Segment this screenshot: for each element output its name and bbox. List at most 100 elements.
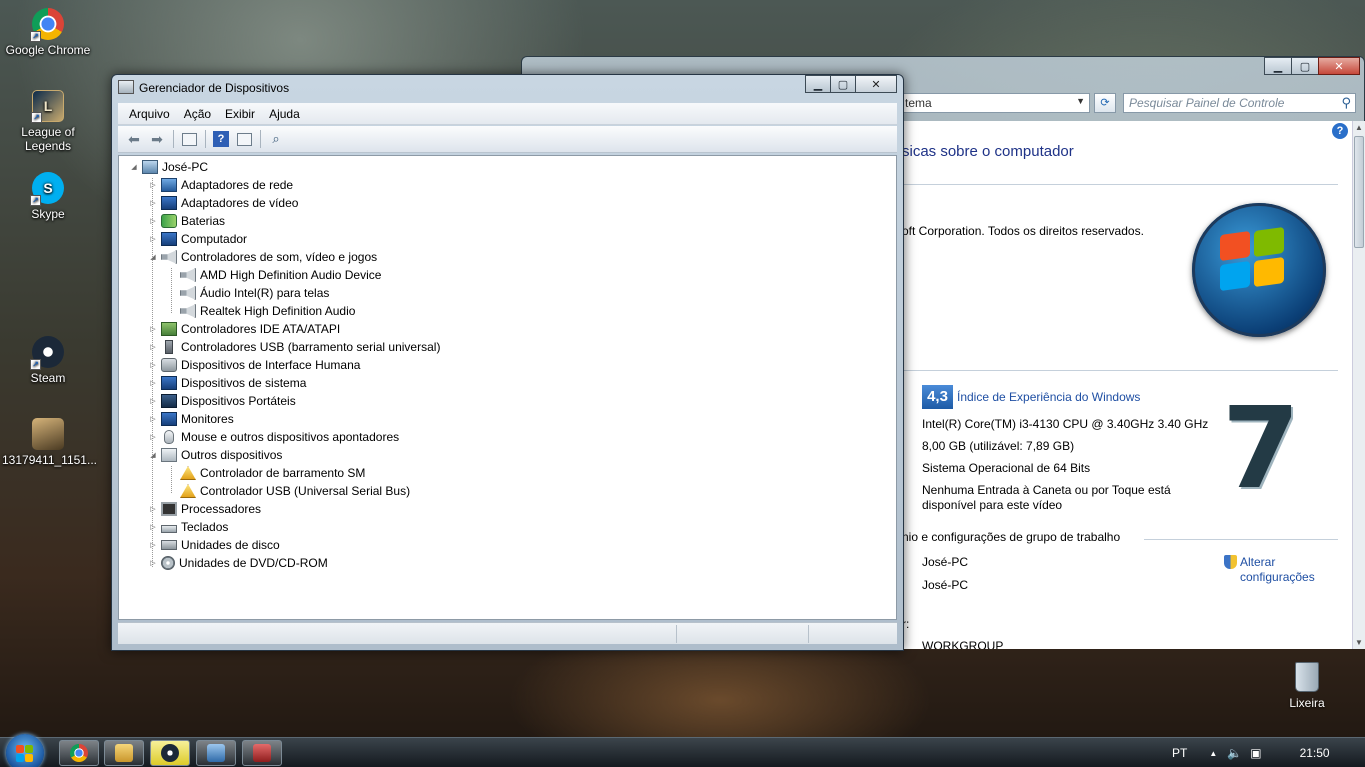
taskbar-app-device-manager[interactable] <box>242 740 282 766</box>
search-icon[interactable]: ⚲ <box>1341 95 1351 111</box>
volume-icon[interactable]: 🔈 <box>1227 746 1242 760</box>
tree-item-label: Unidades de DVD/CD-ROM <box>179 556 328 570</box>
desktop-icon-google-chrome[interactable]: ↗ Google Chrome <box>2 8 94 57</box>
scroll-down-icon[interactable]: ▼ <box>1353 636 1365 649</box>
tree-item[interactable]: ▷ Teclados <box>148 518 228 536</box>
back-button[interactable]: ⬅ <box>124 130 144 148</box>
address-bar[interactable]: tema ▼ <box>900 93 1090 113</box>
close-button[interactable]: ✕ <box>1318 57 1360 75</box>
expand-icon[interactable]: ▷ <box>148 379 158 387</box>
tree-item[interactable]: ▷ Controladores IDE ATA/ATAPI <box>148 320 340 338</box>
tree-item[interactable]: ▷ Controladores USB (barramento serial u… <box>148 338 440 356</box>
tree-item[interactable]: ▷ Unidades de disco <box>148 536 279 554</box>
show-hide-console-tree-button[interactable] <box>179 130 199 148</box>
tree-item[interactable]: ◢ Outros dispositivos <box>148 446 282 464</box>
show-hidden-icons-icon[interactable]: ▲ <box>1209 749 1217 758</box>
expand-icon[interactable]: ▷ <box>148 217 158 225</box>
tree-item[interactable]: ▷ Dispositivos de Interface Humana <box>148 356 360 374</box>
clock[interactable]: 21:50 <box>1300 746 1330 760</box>
section-heading: nio e configurações de grupo de trabalho <box>902 530 1121 544</box>
expand-icon[interactable]: ▷ <box>148 235 158 243</box>
menu-item-acao[interactable]: Ação <box>177 107 218 121</box>
tree-item-child[interactable]: Áudio Intel(R) para telas <box>180 284 329 302</box>
search-input[interactable]: Pesquisar Painel de Controle ⚲ <box>1123 93 1356 113</box>
menu-item-ajuda[interactable]: Ajuda <box>262 107 307 121</box>
warning-device-icon <box>180 484 196 498</box>
wei-score-badge[interactable]: 4,3 <box>922 385 953 409</box>
start-button[interactable] <box>6 734 44 767</box>
windows-flag-icon <box>25 745 33 753</box>
expand-icon[interactable]: ▷ <box>148 433 158 441</box>
system-window-caption-buttons: ▁ ▢ ✕ <box>1264 57 1360 75</box>
wei-link[interactable]: Índice de Experiência do Windows <box>957 390 1140 404</box>
tree-item[interactable]: ▷ Processadores <box>148 500 261 518</box>
desktop-icon-skype[interactable]: S ↗ Skype <box>2 172 94 221</box>
network-icon[interactable]: ▣ <box>1250 746 1261 760</box>
maximize-button[interactable]: ▢ <box>830 75 856 93</box>
tree-item[interactable]: ▷ Baterias <box>148 212 225 230</box>
tree-item-child[interactable]: AMD High Definition Audio Device <box>180 266 381 284</box>
tree-item[interactable]: ▷ Dispositivos Portáteis <box>148 392 296 410</box>
tree-guide <box>171 268 172 313</box>
properties-button[interactable] <box>234 130 254 148</box>
scroll-thumb[interactable] <box>1354 136 1364 248</box>
tree-item[interactable]: ▷ Monitores <box>148 410 234 428</box>
collapse-icon[interactable]: ◢ <box>148 253 158 261</box>
expand-icon[interactable]: ▷ <box>148 361 158 369</box>
desktop-icon-steam[interactable]: ↗ Steam <box>2 336 94 385</box>
close-button[interactable]: ✕ <box>855 75 897 93</box>
minimize-button[interactable]: ▁ <box>805 75 831 93</box>
expand-icon[interactable]: ▷ <box>148 199 158 207</box>
taskbar-app-control-panel[interactable] <box>196 740 236 766</box>
menu-item-arquivo[interactable]: Arquivo <box>122 107 177 121</box>
expand-icon[interactable]: ▷ <box>148 325 158 333</box>
language-indicator[interactable]: PT <box>1172 746 1187 760</box>
tree-item-child[interactable]: Controlador de barramento SM <box>180 464 365 482</box>
tree-item[interactable]: ▷ Dispositivos de sistema <box>148 374 306 392</box>
taskbar-app-explorer[interactable] <box>104 740 144 766</box>
expand-icon[interactable]: ▷ <box>148 559 158 567</box>
collapse-icon[interactable]: ◢ <box>129 163 139 171</box>
refresh-button[interactable]: ⟳ <box>1094 93 1116 113</box>
tree-item-child[interactable]: Realtek High Definition Audio <box>180 302 355 320</box>
desktop-icon-image-file[interactable]: 13179411_1151... <box>2 418 97 467</box>
expand-icon[interactable]: ▷ <box>148 505 158 513</box>
console-tree-icon <box>181 132 197 146</box>
expand-icon[interactable]: ▷ <box>148 343 158 351</box>
expand-icon[interactable]: ▷ <box>148 523 158 531</box>
search-placeholder: Pesquisar Painel de Controle <box>1129 96 1285 110</box>
change-settings-link-cont[interactable]: configurações <box>1240 570 1315 584</box>
desktop-icon-recycle-bin[interactable]: Lixeira <box>1286 662 1328 710</box>
desktop-icon-league-of-legends[interactable]: L ↗ League of Legends <box>2 90 94 153</box>
taskbar-app-chrome[interactable] <box>59 740 99 766</box>
help-icon[interactable]: ? <box>1332 123 1348 139</box>
tree-item-label: Processadores <box>181 502 262 516</box>
menu-item-exibir[interactable]: Exibir <box>218 107 262 121</box>
tree-item-child[interactable]: Controlador USB (Universal Serial Bus) <box>180 482 410 500</box>
tree-item[interactable]: ▷ Computador <box>148 230 247 248</box>
expand-icon[interactable]: ▷ <box>148 181 158 189</box>
tree-root[interactable]: ◢ José-PC <box>129 158 208 176</box>
tree-item[interactable]: ▷ Unidades de DVD/CD-ROM <box>148 554 328 572</box>
forward-button[interactable]: ➡ <box>147 130 167 148</box>
expand-icon[interactable]: ▷ <box>148 397 158 405</box>
vertical-scrollbar[interactable]: ▲ ▼ <box>1352 121 1365 649</box>
tree-item[interactable]: ▷ Adaptadores de vídeo <box>148 194 298 212</box>
tree-item[interactable]: ◢ Controladores de som, vídeo e jogos <box>148 248 377 266</box>
expand-icon[interactable]: ▷ <box>148 541 158 549</box>
change-settings-link[interactable]: Alterar <box>1240 555 1275 569</box>
tree-item[interactable]: ▷ Adaptadores de rede <box>148 176 293 194</box>
help-button[interactable]: ? <box>211 130 231 148</box>
expand-icon[interactable]: ▷ <box>148 415 158 423</box>
taskbar-app-steam[interactable] <box>150 740 190 766</box>
system-tray: PT ▲ 🔈 ▣ 21:50 <box>1172 738 1330 767</box>
device-tree[interactable]: ◢ José-PC ▷ Adaptadores de rede ▷ Adapta… <box>118 155 897 620</box>
tree-item[interactable]: ▷ Mouse e outros dispositivos apontadore… <box>148 428 399 446</box>
collapse-icon[interactable]: ◢ <box>148 451 158 459</box>
chevron-down-icon[interactable]: ▼ <box>1076 96 1085 106</box>
minimize-button[interactable]: ▁ <box>1264 57 1292 75</box>
scroll-up-icon[interactable]: ▲ <box>1353 121 1365 134</box>
maximize-button[interactable]: ▢ <box>1291 57 1319 75</box>
usb-icon <box>165 340 173 354</box>
scan-hardware-button[interactable]: ⌕ <box>266 130 286 148</box>
